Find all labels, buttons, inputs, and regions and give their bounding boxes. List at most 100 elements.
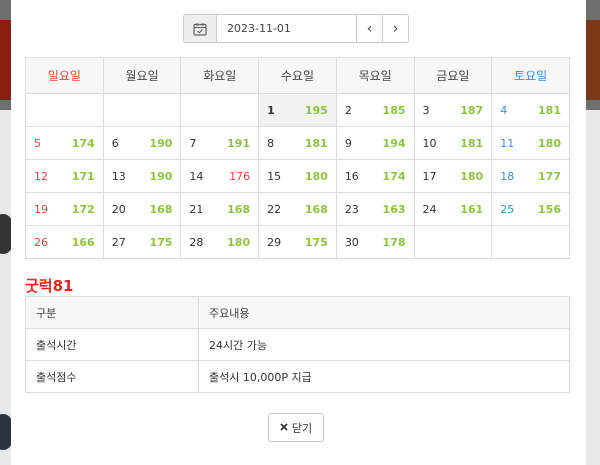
calendar-day-content: 3 187 bbox=[423, 104, 484, 117]
day-number: 21 bbox=[189, 202, 204, 216]
calendar-day-cell[interactable]: 25 156 bbox=[491, 192, 570, 226]
weekday-header-row: 일요일 월요일 화요일 수요일 목요일 금요일 토요일 bbox=[25, 57, 570, 94]
attendance-count: 161 bbox=[460, 202, 484, 216]
attendance-count: 180 bbox=[460, 169, 484, 183]
day-number: 4 bbox=[500, 103, 508, 117]
day-number: 7 bbox=[189, 136, 197, 150]
info-row: 출석점수 출석시 10,000P 지급 bbox=[25, 360, 570, 393]
calendar-day-content: 22 168 bbox=[267, 203, 328, 216]
attendance-count: 190 bbox=[149, 169, 173, 183]
calendar-day-cell[interactable]: 1 195 bbox=[258, 93, 337, 127]
calendar-day-content: 24 161 bbox=[423, 203, 484, 216]
backdrop-banner-right bbox=[586, 20, 600, 100]
calendar-day-content: 6 190 bbox=[112, 137, 173, 150]
calendar-day-cell[interactable]: 19 172 bbox=[25, 192, 104, 226]
calendar-day-content: 9 194 bbox=[345, 137, 406, 150]
calendar-day-content: 5 174 bbox=[34, 137, 95, 150]
calendar-day-cell[interactable]: 17 180 bbox=[413, 159, 493, 193]
calendar-day-cell[interactable]: 4 181 bbox=[491, 93, 570, 127]
calendar-day-cell[interactable]: 6 190 bbox=[102, 126, 182, 160]
day-number: 14 bbox=[189, 169, 204, 183]
day-number: 6 bbox=[111, 136, 119, 150]
day-number: 10 bbox=[422, 136, 437, 150]
calendar-day-content: 19 172 bbox=[34, 203, 95, 216]
calendar-day-cell[interactable]: 30 178 bbox=[335, 225, 415, 259]
calendar-day-cell[interactable]: 11 180 bbox=[491, 126, 570, 160]
prev-month-button[interactable]: ‹ bbox=[357, 14, 383, 43]
calendar-day-cell[interactable]: 20 168 bbox=[102, 192, 182, 226]
calendar-day-cell[interactable]: 23 163 bbox=[335, 192, 415, 226]
day-number: 24 bbox=[422, 202, 437, 216]
calendar-day-cell[interactable]: 29 175 bbox=[258, 225, 337, 259]
calendar-day-cell[interactable]: 18 177 bbox=[491, 159, 570, 193]
day-number: 27 bbox=[111, 235, 126, 249]
calendar-day-cell[interactable]: 24 161 bbox=[413, 192, 493, 226]
chevron-left-icon: ‹ bbox=[366, 20, 373, 37]
info-header-category: 구분 bbox=[25, 296, 199, 329]
calendar-day-cell[interactable]: 27 175 bbox=[102, 225, 182, 259]
calendar-day-content: 16 174 bbox=[345, 170, 406, 183]
calendar-day-cell[interactable]: 3 187 bbox=[413, 93, 493, 127]
attendance-count: 175 bbox=[149, 235, 173, 249]
attendance-count: 181 bbox=[304, 136, 328, 150]
calendar-day-cell bbox=[25, 93, 104, 127]
day-number: 15 bbox=[267, 169, 282, 183]
day-number: 30 bbox=[344, 235, 359, 249]
calendar-day-cell[interactable]: 14 176 bbox=[180, 159, 260, 193]
calendar-day-cell[interactable]: 8 181 bbox=[258, 126, 337, 160]
calendar-day-content: 17 180 bbox=[423, 170, 484, 183]
weekday-header: 월요일 bbox=[102, 57, 182, 94]
calendar-day-content: 10 181 bbox=[423, 137, 484, 150]
calendar-week-row: 12 171 13 190 14 176 15 180 16 174 17 180 18 177 bbox=[25, 159, 570, 193]
calendar-day-cell[interactable]: 9 194 bbox=[335, 126, 415, 160]
calendar-day-cell[interactable]: 2 185 bbox=[335, 93, 415, 127]
info-cell-label: 출석점수 bbox=[25, 360, 199, 393]
calendar-day-content: 11 180 bbox=[500, 137, 561, 150]
calendar-day-content: 2 185 bbox=[345, 104, 406, 117]
day-number: 18 bbox=[500, 169, 515, 183]
calendar-day-cell bbox=[102, 93, 182, 127]
attendance-count: 180 bbox=[227, 235, 251, 249]
calendar-day-content: 1 195 bbox=[267, 104, 328, 117]
info-row: 출석시간 24시간 가능 bbox=[25, 328, 570, 361]
attendance-count: 181 bbox=[538, 103, 561, 117]
day-number: 9 bbox=[344, 136, 352, 150]
calendar-check-icon[interactable] bbox=[183, 14, 217, 43]
calendar-day-cell[interactable]: 16 174 bbox=[335, 159, 415, 193]
calendar-day-cell[interactable]: 12 171 bbox=[25, 159, 104, 193]
calendar-day-cell[interactable]: 13 190 bbox=[102, 159, 182, 193]
attendance-count: 156 bbox=[538, 202, 561, 216]
weekday-header: 목요일 bbox=[335, 57, 415, 94]
close-button[interactable]: 닫기 bbox=[268, 413, 324, 442]
calendar-day-cell[interactable]: 21 168 bbox=[180, 192, 260, 226]
attendance-count: 178 bbox=[382, 235, 406, 249]
calendar-day-cell bbox=[491, 225, 570, 259]
info-cell-value: 출석시 10,000P 지급 bbox=[198, 360, 570, 393]
attendance-count: 175 bbox=[304, 235, 328, 249]
calendar-day-cell[interactable]: 15 180 bbox=[258, 159, 337, 193]
info-header-row: 구분 주요내용 bbox=[25, 296, 570, 329]
calendar-day-content: 30 178 bbox=[345, 236, 406, 249]
calendar-day-content: 12 171 bbox=[34, 170, 95, 183]
calendar-day-cell[interactable]: 10 181 bbox=[413, 126, 493, 160]
calendar-day-content: 25 156 bbox=[500, 203, 561, 216]
calendar-day-cell[interactable]: 5 174 bbox=[25, 126, 104, 160]
attendance-count: 168 bbox=[227, 202, 251, 216]
day-number: 23 bbox=[344, 202, 359, 216]
date-field[interactable]: 2023-11-01 bbox=[217, 14, 357, 43]
calendar-day-content: 8 181 bbox=[267, 137, 328, 150]
calendar-day-cell[interactable]: 26 166 bbox=[25, 225, 104, 259]
attendance-count: 187 bbox=[460, 103, 484, 117]
calendar-day-cell[interactable]: 22 168 bbox=[258, 192, 337, 226]
day-number: 1 bbox=[267, 103, 275, 117]
attendance-count: 180 bbox=[538, 136, 561, 150]
next-month-button[interactable]: › bbox=[383, 14, 409, 43]
weekday-header: 토요일 bbox=[491, 57, 570, 94]
calendar-day-content: 29 175 bbox=[267, 236, 328, 249]
day-number: 19 bbox=[34, 202, 48, 216]
calendar-day-cell[interactable]: 28 180 bbox=[180, 225, 260, 259]
day-number: 12 bbox=[34, 169, 48, 183]
calendar-day-content: 7 191 bbox=[189, 137, 250, 150]
calendar-day-cell[interactable]: 7 191 bbox=[180, 126, 260, 160]
calendar-day-content: 26 166 bbox=[34, 236, 95, 249]
